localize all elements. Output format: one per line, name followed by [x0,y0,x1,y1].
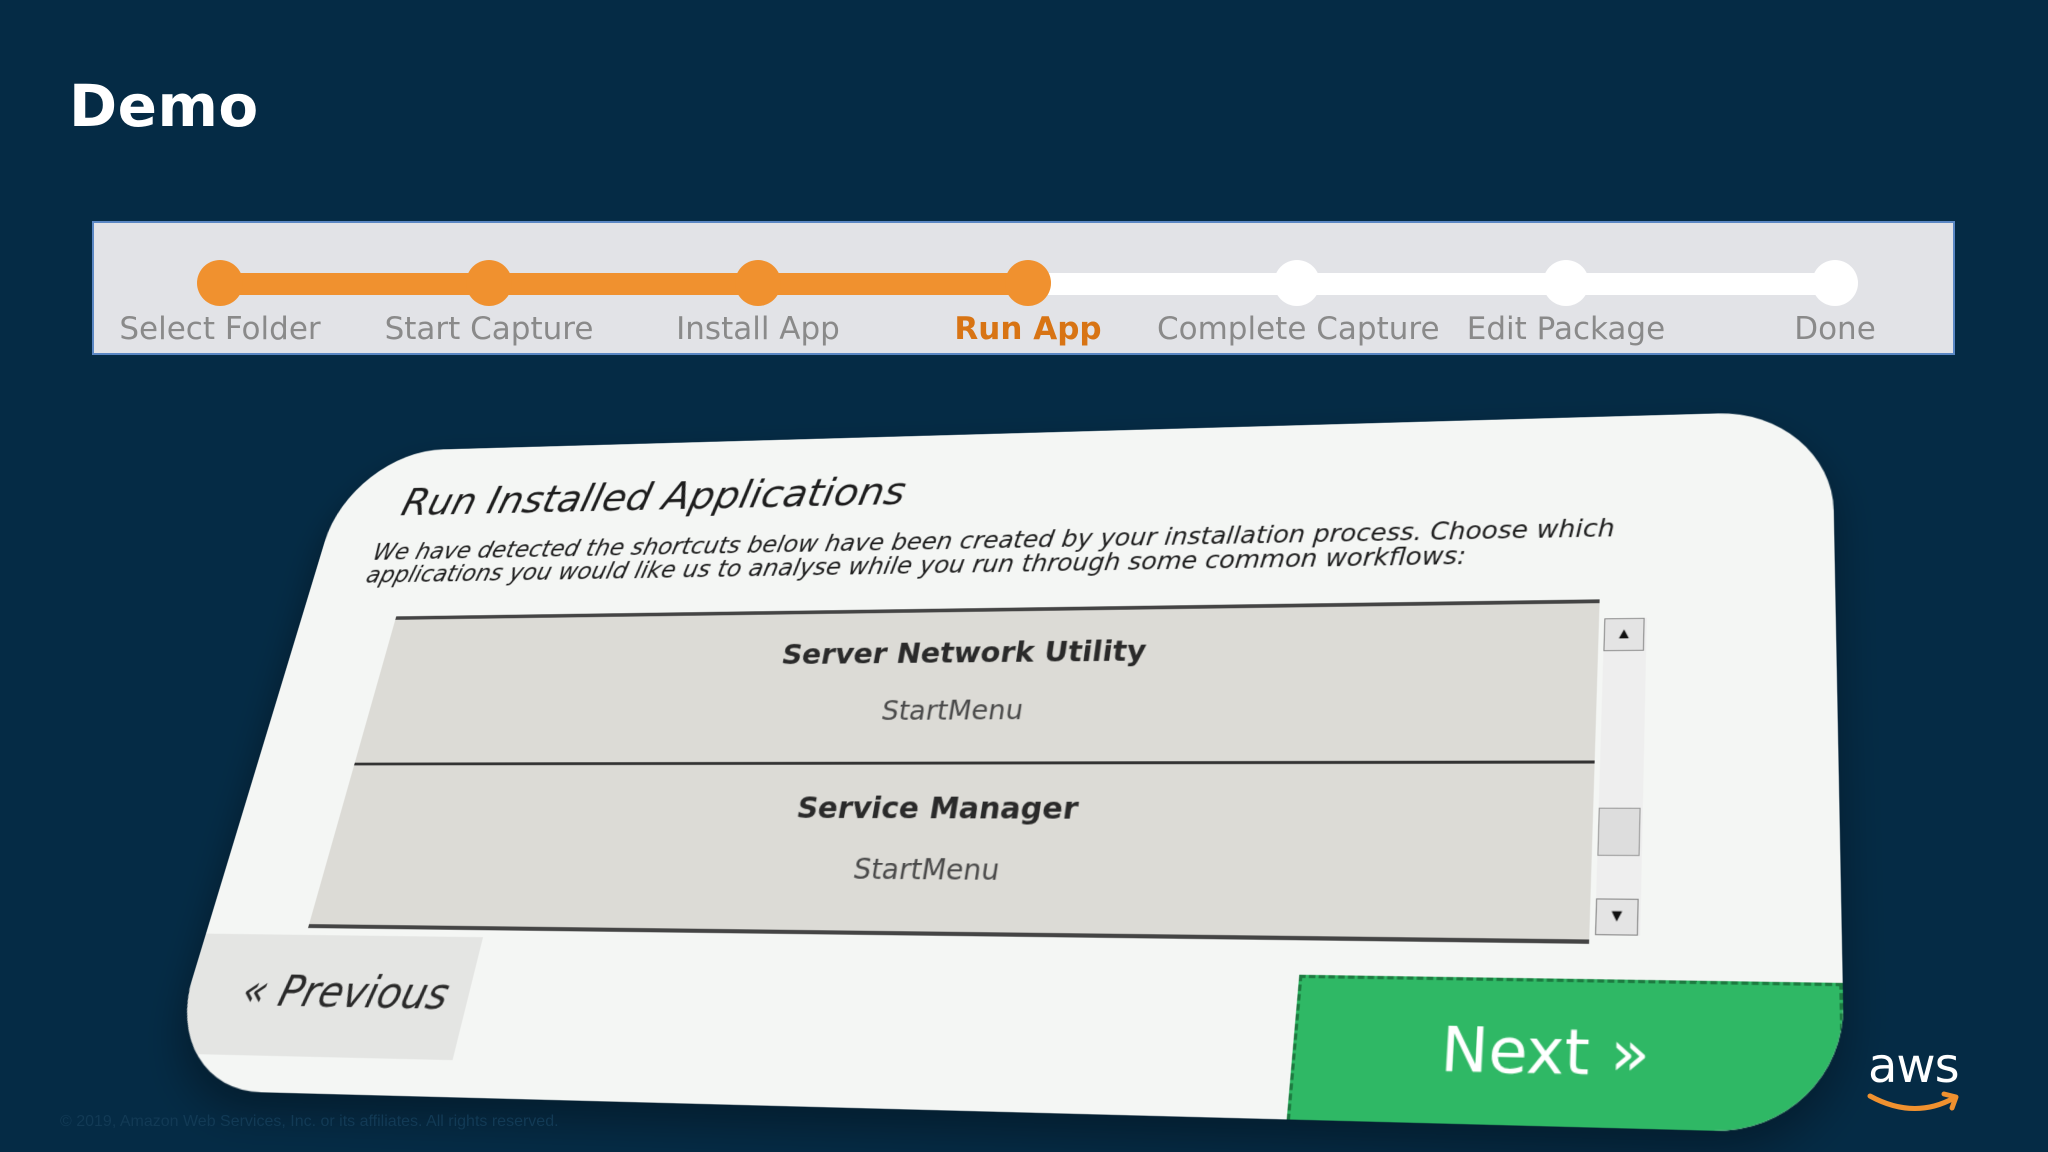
next-button-label: Next » [1438,1013,1651,1092]
list-item[interactable]: Service Manager StartMenu [311,764,1595,932]
aws-smile-icon [1867,1091,1959,1111]
app-description: We have detected the shortcuts below hav… [363,515,1616,589]
copyright-text: © 2019, Amazon Web Services, Inc. or its… [60,1113,559,1130]
list-scrollbar[interactable]: ▲ ▼ [1594,617,1647,936]
scroll-up-icon[interactable]: ▲ [1603,617,1645,652]
next-button[interactable]: Next » [1285,974,1846,1135]
list-item[interactable]: Server Network Utility StartMenu [354,603,1600,766]
application-list: Server Network Utility StartMenu Service… [308,599,1600,944]
app-window-screenshot: Run Installed Applications We have detec… [158,410,1846,1135]
aws-logo: aws [1862,1038,1962,1118]
app-heading: Run Installed Applications [396,469,910,525]
scroll-down-icon[interactable]: ▼ [1594,898,1639,936]
list-item-source: StartMenu [850,852,1002,887]
aws-logo-text: aws [1868,1038,1960,1094]
previous-button[interactable]: « Previous [169,933,484,1061]
list-item-name: Server Network Utility [778,635,1149,672]
list-item-name: Service Manager [793,791,1081,827]
previous-button-label: « Previous [236,965,455,1020]
scroll-thumb[interactable] [1597,807,1641,857]
list-item-source: StartMenu [879,694,1026,727]
